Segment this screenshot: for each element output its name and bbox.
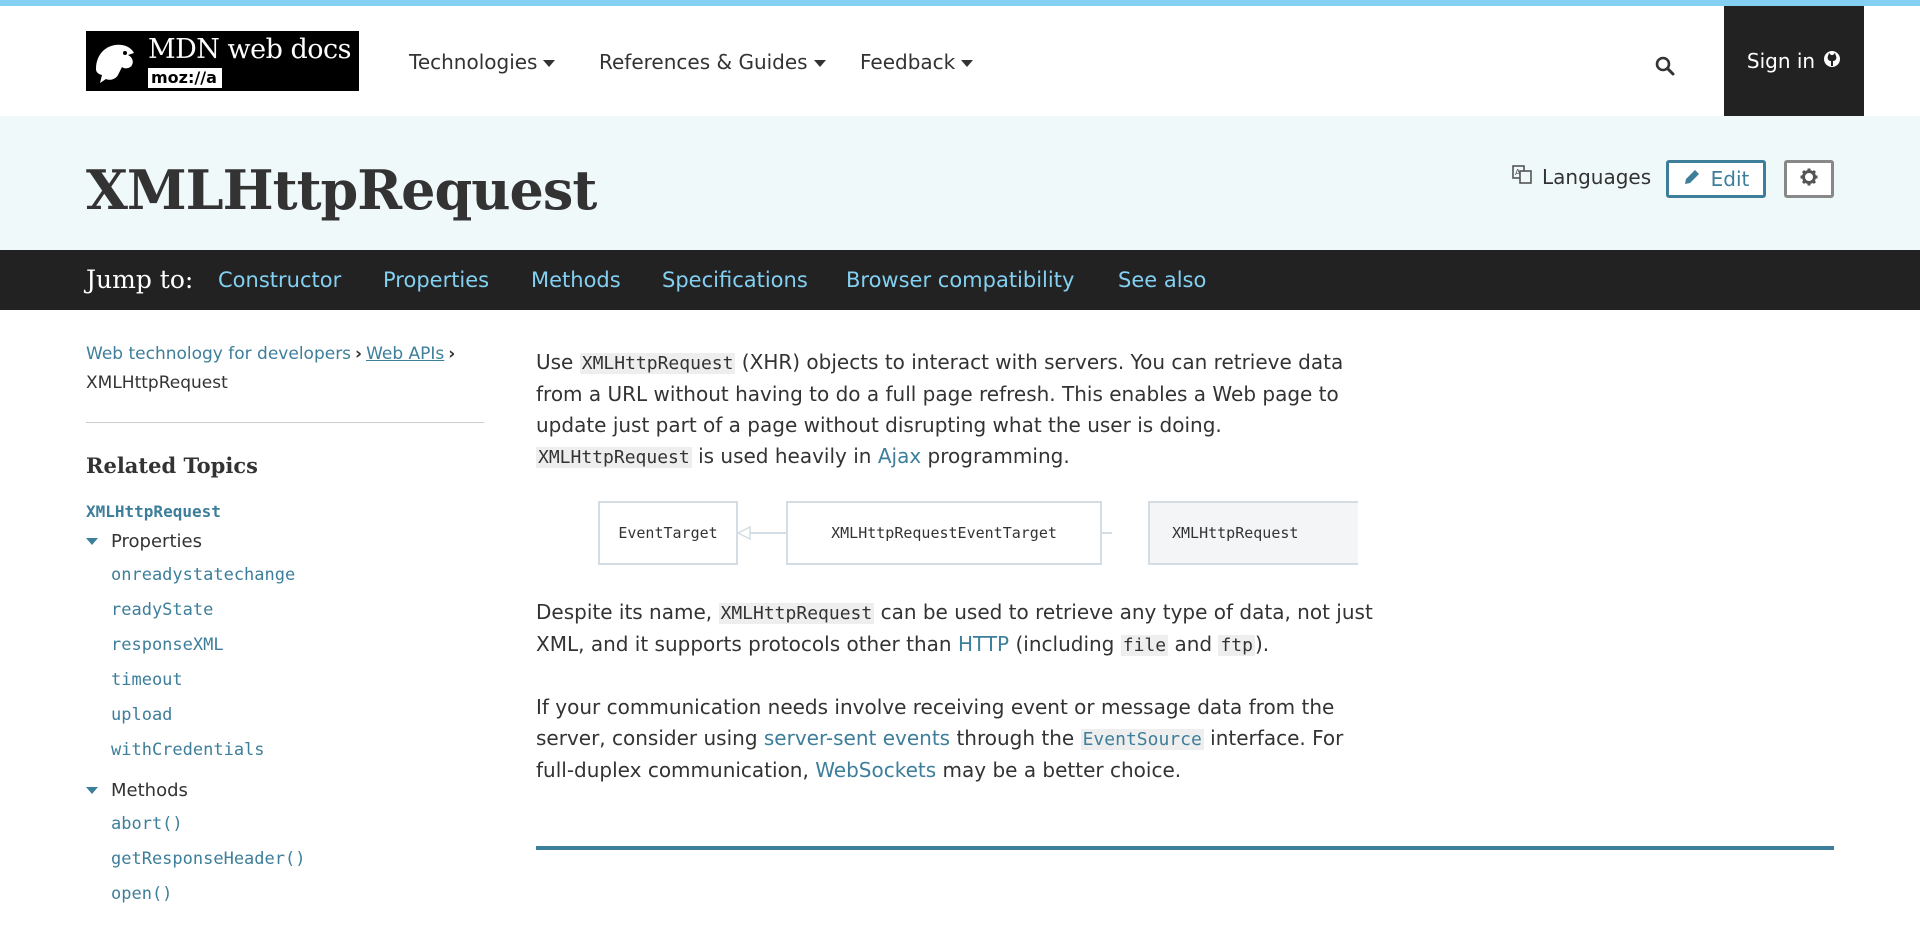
- inline-code: ftp: [1218, 635, 1255, 656]
- title-bar: XMLHttpRequest A Languages Edit: [0, 116, 1920, 250]
- sidebar-divider: [86, 422, 484, 423]
- list-item[interactable]: onreadystatechange: [111, 564, 484, 587]
- jump-link-constructor[interactable]: Constructor: [218, 268, 341, 292]
- diagram-node-eventtarget[interactable]: EventTarget: [598, 501, 738, 565]
- list-item[interactable]: upload: [111, 704, 484, 727]
- nav-technologies[interactable]: Technologies: [409, 50, 556, 74]
- gear-icon: [1800, 168, 1818, 190]
- svg-text:A: A: [1515, 168, 1521, 177]
- list-item[interactable]: readyState: [111, 599, 484, 622]
- list-item[interactable]: responseXML: [111, 634, 484, 657]
- jump-to-bar: Jump to: Constructor Properties Methods …: [0, 250, 1920, 310]
- pencil-icon: [1683, 167, 1701, 191]
- jump-link-see-also[interactable]: See also: [1118, 268, 1206, 292]
- section-label: Properties: [111, 531, 202, 552]
- search-icon[interactable]: [1655, 56, 1675, 80]
- http-link[interactable]: HTTP: [958, 632, 1009, 656]
- site-header: MDN web docs moz://a Technologies Refere…: [0, 6, 1920, 116]
- list-item[interactable]: abort(): [111, 813, 484, 836]
- sign-in-label: Sign in: [1746, 49, 1816, 73]
- settings-button[interactable]: [1784, 160, 1834, 198]
- caret-down-icon: [961, 59, 974, 67]
- methods-list: abort() getResponseHeader() open(): [86, 813, 484, 906]
- inheritance-diagram: EventTarget XMLHttpRequestEventTarget XM…: [598, 501, 1358, 571]
- jump-link-properties[interactable]: Properties: [383, 268, 489, 292]
- sidebar-section-methods[interactable]: Methods: [86, 780, 484, 801]
- text: through the: [950, 726, 1081, 750]
- edit-button[interactable]: Edit: [1666, 160, 1766, 198]
- github-icon: [1823, 49, 1841, 73]
- nav-label: Technologies: [409, 50, 538, 74]
- inline-code: XMLHttpRequest: [536, 447, 692, 468]
- nav-label: References & Guides: [599, 50, 808, 74]
- breadcrumb-web-technology[interactable]: Web technology for developers: [86, 344, 351, 364]
- event-source-paragraph: If your communication needs involve rece…: [536, 692, 1376, 786]
- sidebar-main-link[interactable]: XMLHttpRequest: [86, 502, 484, 521]
- nav-label: Feedback: [860, 50, 956, 74]
- jump-link-browser-compatibility[interactable]: Browser compatibility: [846, 268, 1074, 292]
- triangle-down-icon: [86, 787, 98, 794]
- inline-code: file: [1120, 635, 1169, 656]
- article-content: Use XMLHttpRequest (XHR) objects to inte…: [536, 347, 1836, 786]
- chevron-right-icon: ›: [448, 344, 456, 364]
- mdn-logo[interactable]: MDN web docs moz://a: [86, 31, 359, 91]
- translate-icon: A: [1512, 164, 1532, 189]
- jump-link-specifications[interactable]: Specifications: [662, 268, 808, 292]
- text: is used heavily in: [691, 444, 878, 468]
- text: (including: [1009, 632, 1121, 656]
- list-item[interactable]: timeout: [111, 669, 484, 692]
- languages-button[interactable]: A Languages: [1512, 164, 1651, 189]
- logo-text: MDN web docs: [148, 33, 351, 65]
- chevron-right-icon: ›: [355, 344, 363, 364]
- server-sent-events-link[interactable]: server-sent events: [764, 726, 950, 750]
- breadcrumb: Web technology for developers › Web APIs › …: [86, 340, 484, 398]
- jump-link-methods[interactable]: Methods: [531, 268, 621, 292]
- jump-to-label: Jump to:: [86, 265, 194, 294]
- sidebar-section-properties[interactable]: Properties: [86, 531, 484, 552]
- diagram-node-xmlhttprequest: XMLHttpRequest: [1148, 501, 1358, 565]
- triangle-down-icon: [86, 538, 98, 545]
- list-item[interactable]: withCredentials: [111, 739, 484, 762]
- sign-in-button[interactable]: Sign in: [1724, 6, 1864, 116]
- languages-label: Languages: [1542, 164, 1652, 189]
- text: and: [1168, 632, 1219, 656]
- dinosaur-icon: [86, 31, 144, 91]
- diagram-node-xhr-eventtarget[interactable]: XMLHttpRequestEventTarget: [786, 501, 1102, 565]
- text: ).: [1254, 632, 1270, 656]
- breadcrumb-web-apis[interactable]: Web APIs: [366, 344, 444, 364]
- section-label: Methods: [111, 780, 188, 801]
- text: may be a better choice.: [936, 758, 1182, 782]
- inline-code: XMLHttpRequest: [579, 353, 736, 374]
- ajax-link[interactable]: Ajax: [878, 444, 921, 468]
- inline-code: XMLHttpRequest: [718, 603, 875, 624]
- caret-down-icon: [543, 59, 556, 67]
- intro-paragraph: Use XMLHttpRequest (XHR) objects to inte…: [536, 347, 1376, 473]
- list-item[interactable]: open(): [111, 883, 484, 906]
- websockets-link[interactable]: WebSockets: [815, 758, 936, 782]
- edit-label: Edit: [1710, 167, 1750, 191]
- text: Despite its name,: [536, 600, 719, 624]
- section-divider: [536, 846, 1834, 850]
- breadcrumb-current: XMLHttpRequest: [86, 373, 228, 393]
- page-title: XMLHttpRequest: [86, 158, 597, 222]
- nav-feedback[interactable]: Feedback: [860, 50, 974, 74]
- nav-references-guides[interactable]: References & Guides: [599, 50, 826, 74]
- text: Use: [536, 350, 580, 374]
- caret-down-icon: [813, 59, 826, 67]
- text: programming.: [921, 444, 1070, 468]
- properties-list: onreadystatechange readyState responseXM…: [86, 564, 484, 762]
- mozilla-logo-text: moz://a: [148, 67, 222, 88]
- related-topics-heading: Related Topics: [86, 453, 258, 478]
- inline-code: EventSource: [1080, 729, 1204, 750]
- sidebar: Web technology for developers › Web APIs › …: [86, 340, 484, 906]
- protocols-paragraph: Despite its name, XMLHttpRequest can be …: [536, 597, 1376, 661]
- eventsource-link[interactable]: EventSource: [1080, 726, 1204, 750]
- list-item[interactable]: getResponseHeader(): [111, 848, 484, 871]
